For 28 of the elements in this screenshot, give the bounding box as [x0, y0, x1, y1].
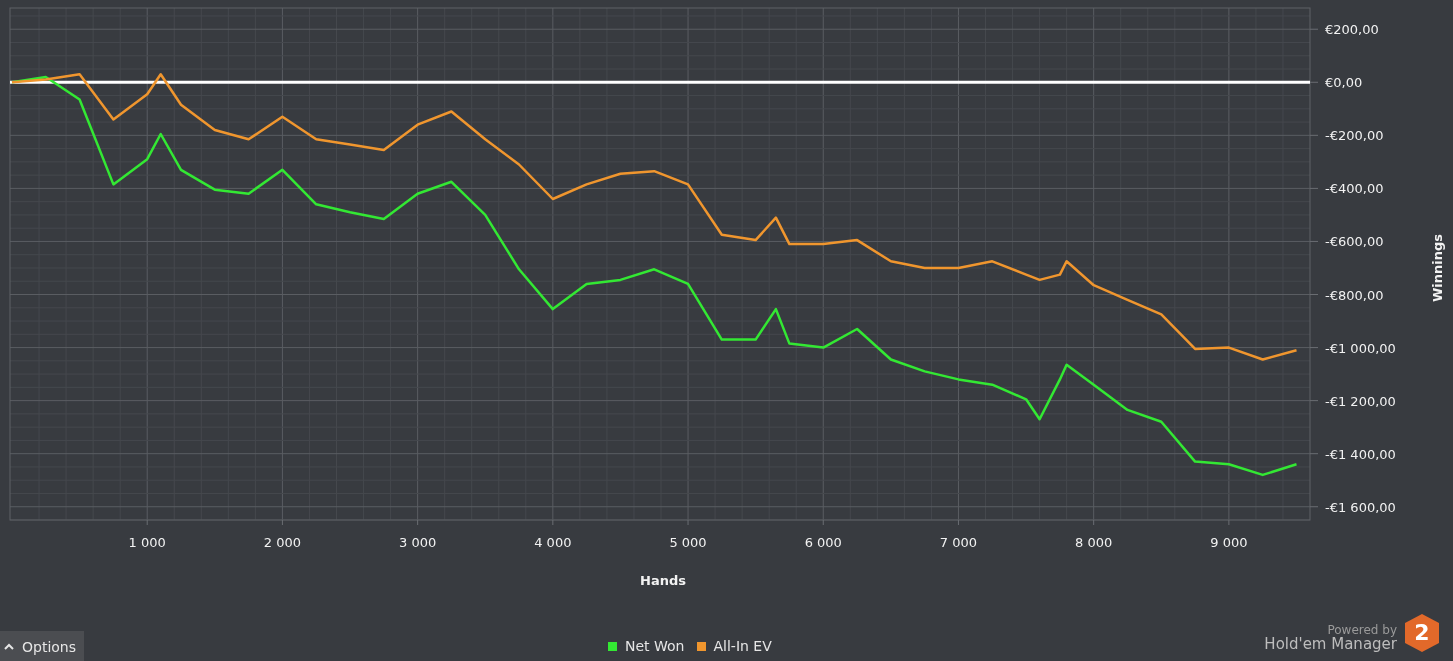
y-tick-label: -€1 000,00: [1325, 340, 1396, 356]
x-tick-label: 6 000: [804, 535, 842, 550]
y-tick-label: €0,00: [1325, 75, 1363, 91]
x-tick-label: 9 000: [1210, 535, 1248, 550]
powered-by-text: Powered by: [1327, 623, 1397, 636]
x-tick-label: 3 000: [399, 535, 437, 550]
y-tick-label: -€1 200,00: [1325, 393, 1396, 409]
x-tick-label: 7 000: [939, 535, 978, 550]
product-name: Hold'em Manager: [1264, 635, 1397, 652]
x-tick-label: 1 000: [128, 535, 166, 550]
y-tick-label: -€400,00: [1325, 181, 1384, 197]
legend-label: Net Won: [625, 637, 685, 656]
y-tick-label: -€200,00: [1325, 128, 1384, 144]
y-tick-label: -€1 600,00: [1325, 499, 1396, 515]
y-axis-title: Winnings: [1430, 233, 1445, 303]
x-tick-label: 2 000: [263, 535, 302, 550]
x-tick-label: 5 000: [669, 535, 707, 550]
legend-label: All-In EV: [713, 637, 772, 656]
y-tick-label: -€1 400,00: [1325, 446, 1396, 462]
caret-icon: [4, 643, 14, 651]
y-tick-label: -€800,00: [1325, 287, 1384, 303]
y-tick-label: -€600,00: [1325, 234, 1384, 250]
y-tick-label: €200,00: [1325, 22, 1379, 38]
logo-badge: 2: [1405, 614, 1439, 652]
x-axis-title: Hands: [640, 573, 686, 588]
x-tick-label: 8 000: [1075, 535, 1113, 550]
x-tick-label: 4 000: [534, 535, 572, 550]
options-button[interactable]: Options: [0, 631, 85, 661]
